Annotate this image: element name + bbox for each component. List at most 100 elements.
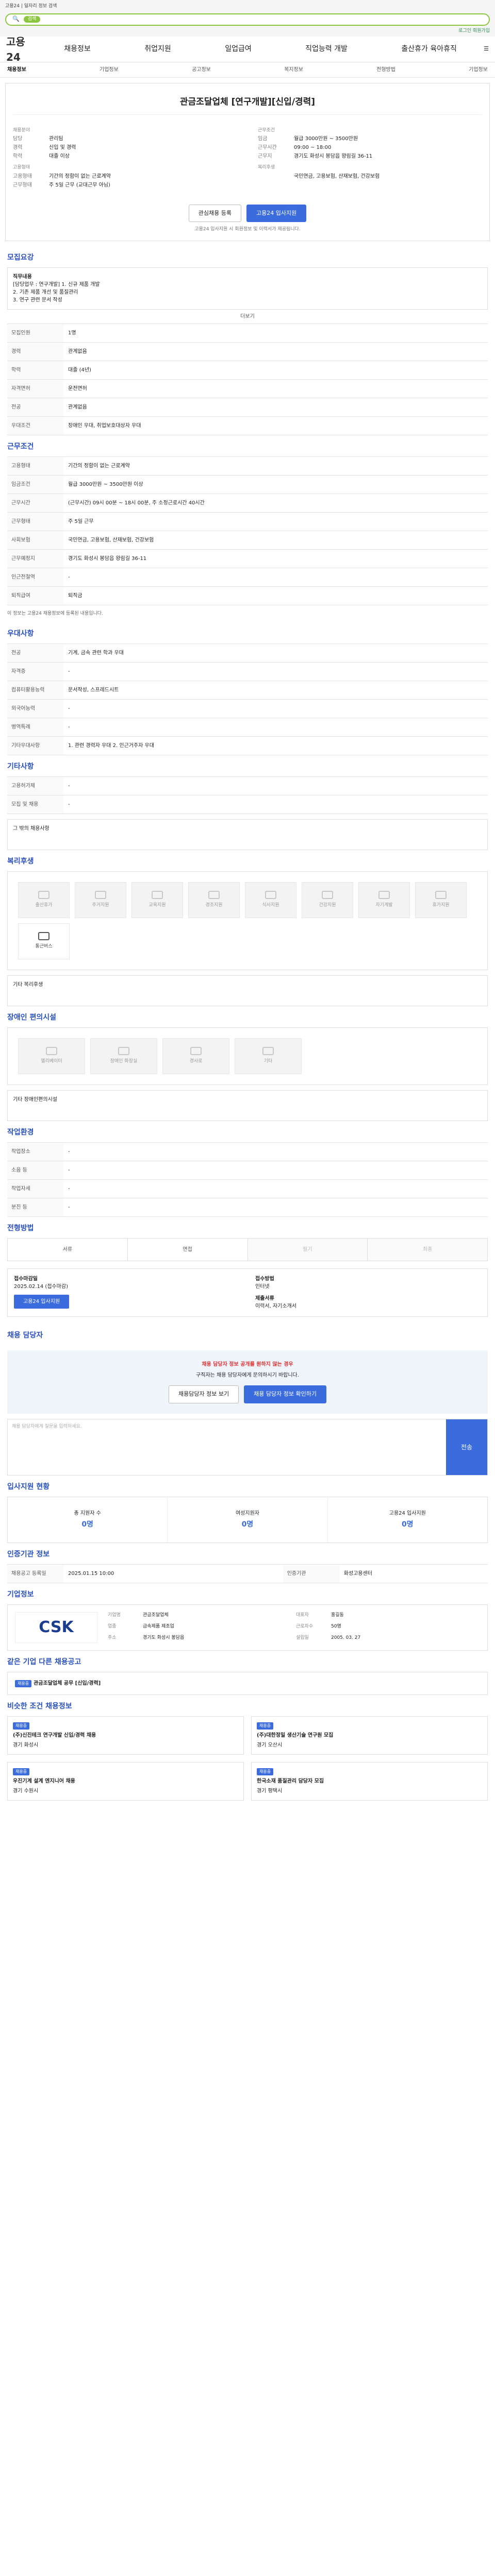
table-row: 소음 등- xyxy=(7,1161,488,1180)
bookmark-button[interactable]: 관심채용 등록 xyxy=(188,204,241,222)
similar-jobs-row-2: 채용중 우진기계 설계 엔지니어 채용 경기 수원시 채용중한국소재 품질관리 담당… xyxy=(7,1761,488,1801)
job-location: 경기 평택시 xyxy=(257,1788,283,1794)
question-textarea[interactable]: 채용 담당자에게 질문을 입력하세요. xyxy=(8,1419,446,1475)
sub-nav: 채용정보 기업정보 공고정보 복지정보 전형방법 기업정보 xyxy=(0,62,495,78)
table-row: 채용공고 등록일 2025.01.15 10:00 인증기관 화성고용센터 xyxy=(7,1564,488,1583)
table-row: 근무시간 (근무시간) 09시 00분 ~ 18시 00분, 주 소정근로시간 4… xyxy=(7,493,488,513)
row-key: 고용허가제 xyxy=(7,776,64,795)
row-key: 경력 xyxy=(7,342,64,361)
login-link[interactable]: 로그인 회원가입 xyxy=(5,28,490,35)
subnav-item[interactable]: 채용정보 xyxy=(7,66,26,74)
menu-item[interactable]: 직업능력 개발 xyxy=(305,44,348,55)
row-value: - xyxy=(64,718,488,737)
more-button[interactable]: 더보기 xyxy=(0,313,495,320)
apply-button-secondary[interactable]: 고용24 입사지원 xyxy=(14,1295,70,1309)
disability-item: 경사로 xyxy=(162,1038,229,1074)
row-value: 주 5일 근무 (교대근무 아님) xyxy=(49,182,110,188)
menu-item[interactable]: 채용정보 xyxy=(64,44,91,55)
row-key: 근무시간 xyxy=(7,493,64,513)
row-value: 경기도 화성시 봉담읍 왕림길 36-11 xyxy=(64,549,488,568)
row-key: 고용형태 xyxy=(13,173,32,179)
row-value: - xyxy=(64,662,488,681)
apply-stats: 총 지원자 수 0명 여성지원자 0명 고용24 입사지원 0명 xyxy=(7,1496,488,1543)
row-key: 임금조건 xyxy=(7,474,64,494)
deadline-label: 접수마감일 xyxy=(14,1276,38,1282)
facility-icon xyxy=(190,1047,202,1056)
row-key: 자격면허 xyxy=(7,379,64,398)
welfare-icon xyxy=(95,891,106,900)
section-title-company: 기업정보 xyxy=(7,1590,34,1599)
row-key: 설립일 xyxy=(296,1635,309,1640)
row-key: 퇴직급여 xyxy=(7,586,64,605)
row-value: - xyxy=(64,1198,488,1217)
subnav-item[interactable]: 복지정보 xyxy=(284,66,303,74)
search-button[interactable]: 검색 xyxy=(23,15,41,23)
menu-item[interactable]: 일업급여 xyxy=(225,44,252,55)
subnav-item[interactable]: 전형방법 xyxy=(376,66,395,74)
same-company-job[interactable]: 채용중 관금조달업체 공무 [신입/경력] xyxy=(7,1671,488,1695)
job-card[interactable]: 채용중한국소재 품질관리 담당자 모집경기 평택시 xyxy=(251,1761,488,1801)
stat-value: 0명 xyxy=(402,1520,414,1529)
job-name: 한국소재 품질관리 담당자 모집 xyxy=(257,1778,324,1784)
process-step: 최종 xyxy=(368,1239,487,1261)
row-key: 업종 xyxy=(108,1623,117,1629)
menu-item[interactable]: 취업지원 xyxy=(144,44,171,55)
row-value: 50명 xyxy=(331,1623,341,1629)
box-title: 직무내용 xyxy=(13,274,32,280)
welfare-box: 출산휴가 주거지원 교육지원 경조지원 식사지원 건강지원 자기계발 휴가지원 … xyxy=(7,871,488,970)
section-title-qualifications: 우대사항 xyxy=(7,630,34,638)
main-menu: 채용정보 취업지원 일업급여 직업능력 개발 출산휴가 육아휴직 xyxy=(37,44,484,55)
status-badge: 채용중 xyxy=(257,1768,274,1775)
send-button[interactable]: 전송 xyxy=(446,1419,487,1475)
row-key: 인증기관 xyxy=(283,1564,340,1583)
row-key: 근무형태 xyxy=(7,512,64,531)
row-value: 국민연금, 고용보험, 산재보험, 건강보험 xyxy=(294,173,380,179)
table-row: 작업자세 - xyxy=(7,1179,488,1198)
welfare-label: 출산휴가 xyxy=(35,903,53,908)
row-value: 대졸 (4년) xyxy=(64,360,488,380)
status-badge: 채용중 xyxy=(13,1768,30,1775)
disability-item: 기타 xyxy=(235,1038,302,1074)
company-info: 기업명 관금조달업체 대표자 홍길동 업종 금속제품 제조업 근로자수 50명 주소 경기… xyxy=(108,1612,480,1643)
search-input[interactable]: 🔍 검색 xyxy=(5,13,490,26)
stat-value: 0명 xyxy=(241,1520,254,1529)
contact-info-button[interactable]: 채용담당자 정보 보기 xyxy=(169,1385,239,1403)
row-key: 근무시간 xyxy=(258,145,277,150)
job-card[interactable]: 채용중 (주)대한정밀 생산기술 연구원 모집 경기 오산시 xyxy=(251,1716,488,1755)
apply-button[interactable]: 고용24 입사지원 xyxy=(246,204,307,222)
stat-label: 여성지원자 xyxy=(235,1510,259,1516)
row-key: 근무형태 xyxy=(13,182,32,188)
row-key: 학력 xyxy=(13,154,23,159)
job-name: (주)대한정밀 생산기술 연구원 모집 xyxy=(257,1732,334,1738)
row-value: - xyxy=(64,1179,488,1198)
welfare-icon xyxy=(38,891,50,900)
warning-subtext: 구직자는 채용 담당자에게 문의하시기 바랍니다. xyxy=(196,1372,299,1378)
subnav-item[interactable]: 기업정보 xyxy=(469,66,488,74)
apply-method: 접수방법 인터넷 제출서류 이력서, 자기소개서 xyxy=(255,1275,481,1310)
subnav-item[interactable]: 기업정보 xyxy=(100,66,119,74)
row-value: (근무시간) 09시 00분 ~ 18시 00분, 주 소정근로시간 40시간 xyxy=(64,493,488,513)
hamburger-icon[interactable]: ☰ xyxy=(484,45,489,54)
welfare-item: 경조지원 xyxy=(188,882,240,918)
row-value: - xyxy=(64,567,488,587)
row-value: 월급 3000만원 ~ 3500만원 xyxy=(294,136,358,142)
table-row: 분진 등- xyxy=(7,1198,488,1217)
auth-table: 채용공고 등록일 2025.01.15 10:00 인증기관 화성고용센터 xyxy=(7,1564,488,1583)
disability-item: 엘리베이터 xyxy=(18,1038,85,1074)
site-logo[interactable]: 고용24 xyxy=(6,34,37,65)
subnav-item[interactable]: 공고정보 xyxy=(192,66,211,74)
facility-icon xyxy=(46,1047,57,1056)
job-card[interactable]: 채용중 (주)신진테크 연구개발 신입/경력 채용 경기 화성시 xyxy=(7,1716,244,1755)
summary-row: 근무지 경기도 화성시 봉담읍 왕림길 36-11 xyxy=(258,152,482,160)
job-card[interactable]: 채용중 우진기계 설계 엔지니어 채용 경기 수원시 xyxy=(7,1761,244,1801)
docs-value: 이력서, 자기소개서 xyxy=(255,1303,296,1309)
similar-jobs-row-1: 채용중 (주)신진테크 연구개발 신입/경력 채용 경기 화성시 채용중 (주)대한정… xyxy=(7,1716,488,1755)
contact-confirm-button[interactable]: 채용 담당자 정보 확인하기 xyxy=(244,1385,326,1403)
row-value: 운전면허 xyxy=(64,379,488,398)
company-card: CSK 기업명 관금조달업체 대표자 홍길동 업종 금속제품 제조업 근로자수 50명 … xyxy=(7,1604,488,1651)
table-row: 근무형태 주 5일 근무 xyxy=(7,512,488,531)
process-step: 서류 xyxy=(8,1239,128,1261)
row-key: 분진 등 xyxy=(7,1198,64,1217)
menu-item[interactable]: 출산휴가 육아휴직 xyxy=(401,44,457,55)
row-key: 자격증 xyxy=(7,662,64,681)
